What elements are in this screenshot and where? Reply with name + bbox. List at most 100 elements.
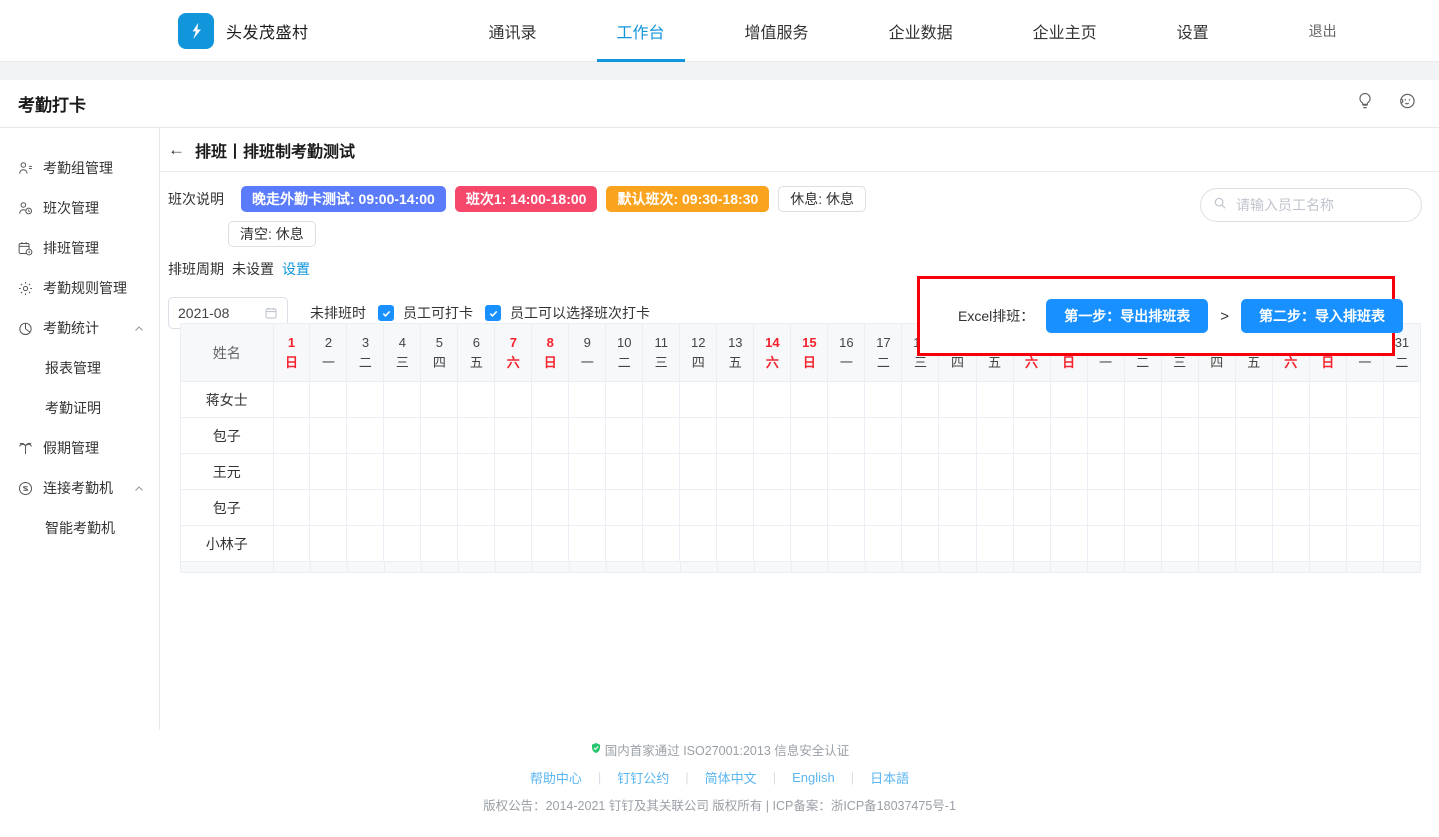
schedule-cell-day-7[interactable] [495,526,532,562]
schedule-cell-day-31[interactable] [1383,418,1420,454]
schedule-cell-day-12[interactable] [680,418,717,454]
schedule-cell-day-26[interactable] [1198,526,1235,562]
schedule-cell-day-1[interactable] [273,454,310,490]
schedule-cell-day-2[interactable] [310,382,347,418]
schedule-cell-day-19[interactable] [939,454,976,490]
nav-item-contacts[interactable]: 通讯录 [469,0,557,62]
schedule-cell-day-25[interactable] [1161,490,1198,526]
checkbox-employee-can-punch[interactable]: 员工可打卡 [378,303,473,323]
schedule-cell-day-5[interactable] [421,418,458,454]
schedule-cell-day-13[interactable] [717,526,754,562]
schedule-cell-day-1[interactable] [273,382,310,418]
schedule-cell-day-28[interactable] [1272,418,1309,454]
schedule-cell-day-17[interactable] [865,382,902,418]
schedule-cell-day-29[interactable] [1309,454,1346,490]
schedule-cell-day-29[interactable] [1309,382,1346,418]
schedule-cell-day-13[interactable] [717,490,754,526]
schedule-cell-day-2[interactable] [310,526,347,562]
schedule-cell-day-27[interactable] [1235,418,1272,454]
schedule-cell-day-16[interactable] [828,382,865,418]
schedule-cell-day-4[interactable] [384,382,421,418]
schedule-cell-day-11[interactable] [643,418,680,454]
schedule-cell-day-18[interactable] [902,418,939,454]
schedule-cell-day-15[interactable] [791,526,828,562]
schedule-cell-day-6[interactable] [458,454,495,490]
schedule-cell-day-20[interactable] [976,418,1013,454]
schedule-cell-day-13[interactable] [717,418,754,454]
sidebar-item-connect-device[interactable]: 连接考勤机 [0,468,159,508]
schedule-cell-day-8[interactable] [532,418,569,454]
sidebar-item-rule-management[interactable]: 考勤规则管理 [0,268,159,308]
schedule-cell-day-20[interactable] [976,454,1013,490]
schedule-cell-day-17[interactable] [865,526,902,562]
nav-item-logout[interactable]: 退出 [1289,0,1357,62]
schedule-cell-day-21[interactable] [1013,526,1050,562]
schedule-cell-day-12[interactable] [680,490,717,526]
import-schedule-button[interactable]: 第二步：导入排班表 [1241,299,1403,333]
schedule-cell-day-10[interactable] [606,490,643,526]
shift-tag-1[interactable]: 晚走外勤卡测试: 09:00-14:00 [241,186,446,212]
schedule-cell-day-5[interactable] [421,382,458,418]
lightbulb-icon[interactable] [1355,91,1375,116]
schedule-cell-day-22[interactable] [1050,382,1087,418]
schedule-cell-day-3[interactable] [347,490,384,526]
schedule-cell-day-23[interactable] [1087,490,1124,526]
chevron-up-icon[interactable] [133,322,145,334]
schedule-cell-day-28[interactable] [1272,490,1309,526]
nav-item-enterprise-home[interactable]: 企业主页 [1013,0,1117,62]
schedule-cycle-setting-link[interactable]: 设置 [282,259,310,279]
schedule-cell-day-6[interactable] [458,526,495,562]
schedule-cell-day-4[interactable] [384,418,421,454]
schedule-cell-day-20[interactable] [976,526,1013,562]
schedule-cell-day-30[interactable] [1346,418,1383,454]
schedule-cell-day-15[interactable] [791,454,828,490]
schedule-cell-day-20[interactable] [976,382,1013,418]
search-input[interactable] [1234,196,1419,214]
schedule-cell-day-22[interactable] [1050,490,1087,526]
schedule-cell-day-19[interactable] [939,418,976,454]
headset-support-icon[interactable] [1397,91,1417,116]
schedule-cell-day-21[interactable] [1013,418,1050,454]
schedule-cell-day-28[interactable] [1272,454,1309,490]
schedule-cell-day-16[interactable] [828,490,865,526]
schedule-cell-day-4[interactable] [384,490,421,526]
schedule-cell-day-26[interactable] [1198,490,1235,526]
schedule-cell-day-18[interactable] [902,526,939,562]
schedule-cell-day-9[interactable] [569,526,606,562]
schedule-cell-day-11[interactable] [643,382,680,418]
schedule-cell-day-17[interactable] [865,418,902,454]
schedule-cell-day-14[interactable] [754,454,791,490]
nav-item-enterprise-data[interactable]: 企业数据 [869,0,973,62]
schedule-cell-day-10[interactable] [606,418,643,454]
schedule-cell-day-13[interactable] [717,454,754,490]
brand[interactable]: 头发茂盛村 [178,13,309,49]
schedule-cell-day-6[interactable] [458,382,495,418]
schedule-cell-day-24[interactable] [1124,418,1161,454]
schedule-cell-day-31[interactable] [1383,454,1420,490]
schedule-cell-day-2[interactable] [310,454,347,490]
schedule-cell-day-11[interactable] [643,454,680,490]
schedule-cell-day-8[interactable] [532,490,569,526]
schedule-cell-day-7[interactable] [495,418,532,454]
schedule-cell-day-29[interactable] [1309,490,1346,526]
schedule-cell-day-3[interactable] [347,526,384,562]
sidebar-item-smart-device[interactable]: 智能考勤机 [0,508,159,548]
schedule-cell-day-26[interactable] [1198,382,1235,418]
schedule-cell-day-3[interactable] [347,418,384,454]
sidebar-item-shift-management[interactable]: 班次管理 [0,188,159,228]
nav-item-settings[interactable]: 设置 [1157,0,1229,62]
shift-tag-3[interactable]: 默认班次: 09:30-18:30 [606,186,769,212]
schedule-cell-day-21[interactable] [1013,490,1050,526]
sidebar-item-statistics[interactable]: 考勤统计 [0,308,159,348]
schedule-cell-day-25[interactable] [1161,454,1198,490]
schedule-cell-day-23[interactable] [1087,382,1124,418]
schedule-cell-day-30[interactable] [1346,382,1383,418]
schedule-cell-day-21[interactable] [1013,382,1050,418]
schedule-cell-day-8[interactable] [532,454,569,490]
schedule-cell-day-2[interactable] [310,490,347,526]
footer-link-convention[interactable]: 钉钉公约 [601,768,685,787]
schedule-cell-day-21[interactable] [1013,454,1050,490]
schedule-cell-day-29[interactable] [1309,418,1346,454]
schedule-cell-day-19[interactable] [939,382,976,418]
schedule-cell-day-24[interactable] [1124,526,1161,562]
